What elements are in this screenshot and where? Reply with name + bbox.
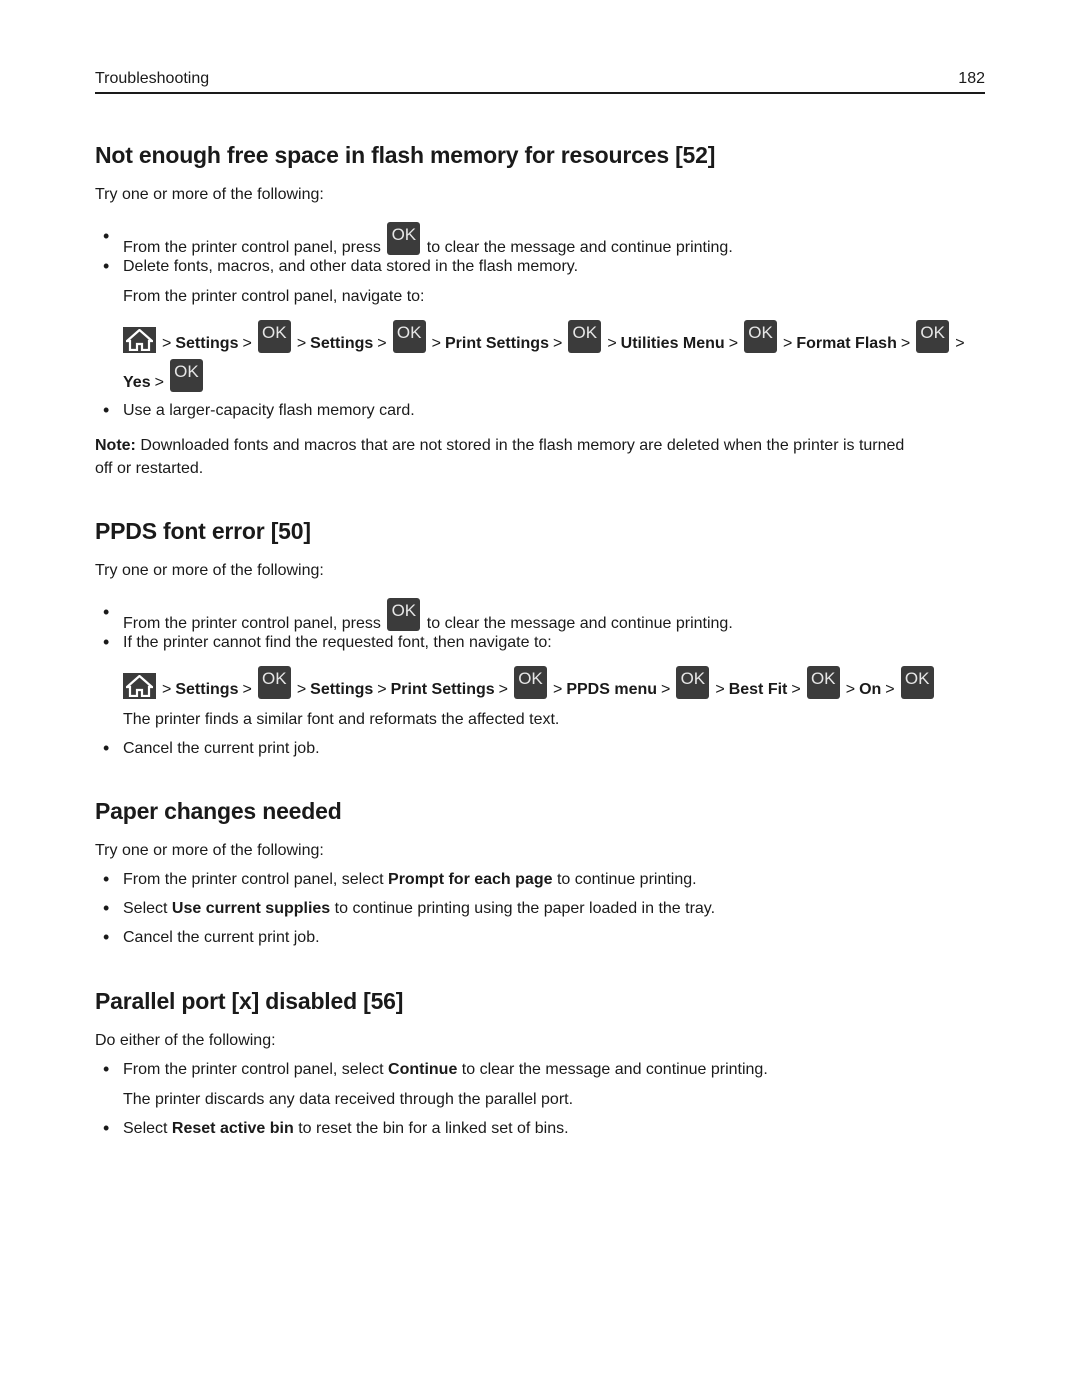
section-intro: Try one or more of the following: (95, 186, 324, 203)
ok-button-icon: OK (387, 222, 421, 255)
navigation-path: > Settings > OK > Settings > OK > Print Setti… (123, 320, 969, 353)
list-item: Delete fonts, macros, and other data sto… (95, 255, 578, 278)
section-title: Parallel port [x] disabled [56] (95, 988, 404, 1014)
navigation-path: > Settings > OK > Settings > Print Settings > … (123, 666, 936, 699)
navigation-path-continued: Yes > OK (123, 359, 205, 392)
ok-button-icon: OK (568, 320, 602, 353)
ok-button-icon: OK (676, 666, 710, 699)
list-item: Use a larger-capacity flash memory card. (95, 399, 415, 422)
list-item: Cancel the current print job. (95, 737, 320, 760)
ok-button-icon: OK (806, 666, 840, 699)
section-title: Paper changes needed (95, 798, 342, 824)
section-title: Not enough free space in flash memory fo… (95, 142, 716, 168)
ok-button-icon: OK (513, 666, 547, 699)
ok-button-icon: OK (257, 320, 291, 353)
note-continued: off or restarted. (95, 460, 204, 477)
list-item-subtext: From the printer control panel, navigate… (123, 288, 425, 305)
section-intro: Try one or more of the following: (95, 562, 324, 579)
section-intro: Do either of the following: (95, 1032, 276, 1049)
list-item-subtext: The printer discards any data received t… (123, 1091, 574, 1108)
list-item: If the printer cannot find the requested… (95, 631, 552, 654)
ok-button-icon: OK (900, 666, 934, 699)
section-name: Troubleshooting (95, 70, 210, 87)
note-label: Note: (95, 437, 136, 454)
ok-button-icon: OK (257, 666, 291, 699)
list-item-subtext: The printer finds a similar font and ref… (123, 711, 560, 728)
list-item: Select Use current supplies to continue … (95, 897, 715, 920)
section-intro: Try one or more of the following: (95, 842, 324, 859)
home-icon (123, 327, 156, 353)
ok-button-icon: OK (387, 598, 421, 631)
list-item: From the printer control panel, press OK… (95, 598, 733, 635)
list-item: Cancel the current print job. (95, 926, 320, 949)
list-item: From the printer control panel, select C… (95, 1058, 768, 1081)
ok-button-icon: OK (169, 359, 203, 392)
list-item: From the printer control panel, select P… (95, 868, 697, 891)
page-header: Troubleshooting 182 (95, 68, 985, 94)
ok-button-icon: OK (744, 320, 778, 353)
page-number: 182 (958, 70, 985, 87)
list-item: From the printer control panel, press OK… (95, 222, 733, 259)
note: Note: Downloaded fonts and macros that a… (95, 437, 905, 454)
section-title: PPDS font error [50] (95, 518, 311, 544)
ok-button-icon: OK (916, 320, 950, 353)
list-item: Select Reset active bin to reset the bin… (95, 1117, 569, 1140)
home-icon (123, 673, 156, 699)
ok-button-icon: OK (392, 320, 426, 353)
